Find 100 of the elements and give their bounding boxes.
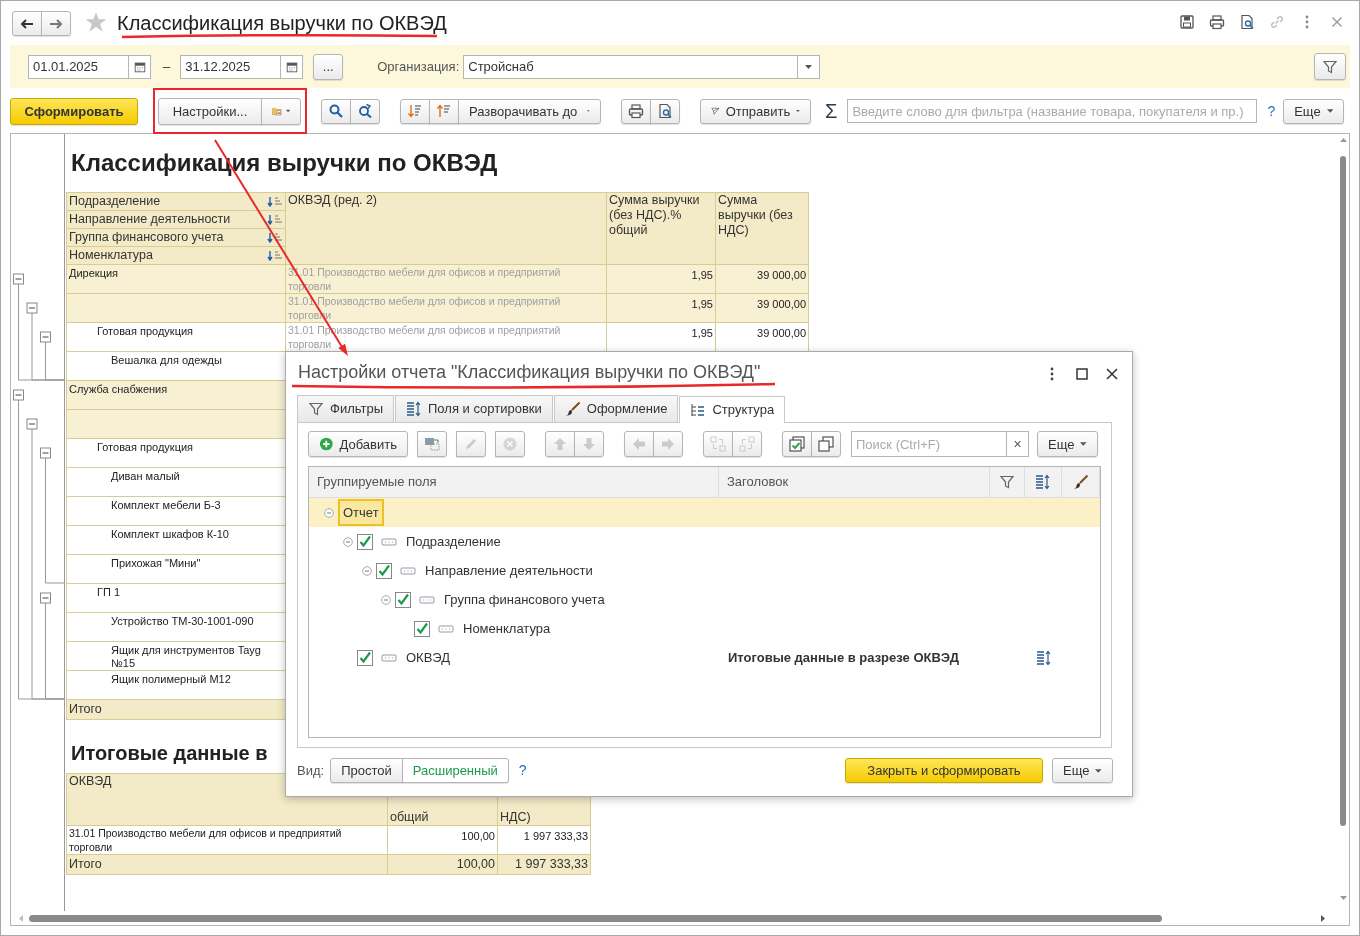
link-icon[interactable] [1269, 14, 1285, 30]
date-field[interactable]: 31.12.2025 [180, 54, 282, 79]
toolbar-button[interactable] [417, 431, 447, 457]
more-button[interactable]: Еще [1052, 758, 1113, 783]
collapse-icon[interactable] [40, 447, 51, 459]
filter-button[interactable] [1314, 53, 1346, 80]
tree-item[interactable]: ОКВЭД [406, 647, 451, 668]
dropdown-button[interactable] [798, 54, 821, 79]
search-field[interactable]: Введите слово для фильтра (название товара, покупателя и пр.) [847, 99, 1258, 123]
arrow-down-icon [581, 436, 597, 452]
print-button[interactable] [621, 98, 651, 124]
search-next-button[interactable] [350, 98, 380, 124]
send-button[interactable]: Отправить [700, 98, 811, 124]
sort-icon[interactable] [267, 214, 283, 225]
fields-icon [406, 401, 422, 417]
print-icon[interactable] [1209, 14, 1225, 30]
header-label: Группа финансового учета [69, 230, 224, 245]
caret-icon [1095, 768, 1102, 773]
search-button[interactable] [321, 98, 351, 124]
organization-field[interactable]: Стройснаб [463, 54, 799, 79]
date-field[interactable]: 01.01.2025 [28, 54, 129, 79]
tree-item[interactable]: Группа финансового учета [444, 589, 605, 610]
variant-button[interactable] [261, 97, 301, 125]
maximize-icon[interactable] [1074, 365, 1090, 382]
view-toggle[interactable]: Расширенный [401, 758, 509, 783]
checkbox[interactable] [357, 649, 373, 666]
add-button[interactable]: Добавить [308, 431, 408, 457]
close-generate-button[interactable]: Закрыть и сформировать [845, 758, 1043, 783]
sort-icon[interactable] [267, 232, 283, 243]
expand-button[interactable]: Разворачивать до [458, 98, 601, 124]
scroll-down-icon[interactable] [1339, 896, 1347, 900]
collapse-icon[interactable] [361, 565, 372, 576]
collapse-icon[interactable] [13, 389, 24, 401]
window-title: Классификация выручки по ОКВЭД [117, 11, 447, 35]
help-link[interactable]: ? [1267, 100, 1276, 122]
fields-icon[interactable] [1035, 474, 1051, 490]
filter-icon[interactable] [999, 474, 1015, 490]
more-button[interactable]: Еще [1037, 431, 1098, 457]
scrollbar[interactable] [29, 914, 1162, 922]
search-field[interactable]: Поиск (Ctrl+F) [851, 431, 1007, 457]
sort-descending-icon [407, 103, 423, 119]
more-button[interactable]: Еще [1283, 98, 1345, 124]
section-title: Итоговые данные в [70, 740, 268, 766]
scroll-up-icon[interactable] [1339, 138, 1347, 142]
calendar-button[interactable] [129, 54, 151, 79]
checkbox[interactable] [357, 533, 373, 550]
fields-icon[interactable] [1035, 649, 1052, 666]
tree-item[interactable]: Направление деятельности [425, 560, 593, 581]
total-label: Итого [66, 854, 388, 874]
preview-button[interactable] [650, 98, 680, 124]
collapse-icon[interactable] [26, 418, 38, 430]
scroll-left-icon[interactable] [19, 914, 23, 922]
collapse-icon[interactable] [26, 302, 38, 314]
filter-icon [1322, 58, 1338, 75]
sort-descending-button[interactable] [400, 98, 430, 124]
generate-button[interactable]: Сформировать [10, 97, 138, 125]
sort-ascending-icon [436, 103, 452, 119]
tree-item[interactable]: Отчет [338, 498, 384, 527]
sort-icon[interactable] [267, 196, 283, 207]
column-header: Сумма выручки (без НДС).% общий [606, 192, 716, 265]
column-header: ОКВЭД (ред. 2) [285, 192, 607, 265]
checkbox[interactable] [395, 591, 411, 608]
tab[interactable]: Оформление [553, 395, 679, 422]
clear-button[interactable]: × [1007, 431, 1029, 457]
collapse-icon[interactable] [13, 273, 24, 285]
view-toggle[interactable]: Простой [330, 758, 403, 783]
period-button[interactable]: ... [313, 53, 344, 80]
collapse-icon[interactable] [342, 536, 353, 547]
tree-item[interactable]: Подразделение [406, 531, 501, 552]
tab[interactable]: Структура [679, 396, 786, 423]
save-icon[interactable] [1179, 14, 1195, 30]
tab[interactable]: Фильтры [297, 395, 394, 422]
brush-icon [564, 401, 581, 417]
scrollbar[interactable] [1340, 156, 1346, 826]
collapse-icon[interactable] [40, 592, 51, 604]
checkbox[interactable] [414, 620, 430, 637]
forward-button[interactable] [41, 11, 71, 36]
brush-icon[interactable] [1072, 474, 1089, 490]
scroll-right-icon[interactable] [1321, 914, 1325, 922]
collapse-icon[interactable] [380, 594, 391, 605]
toolbar-button[interactable] [811, 431, 841, 457]
collapse-icon[interactable] [323, 507, 334, 518]
collapse-icon[interactable] [40, 331, 51, 343]
calendar-button[interactable] [281, 54, 304, 79]
date-separator: – [163, 57, 171, 76]
heading-text: Итоговые данные в разрезе ОКВЭД [727, 648, 960, 667]
tree-item[interactable]: Номенклатура [463, 618, 551, 639]
close-icon[interactable] [1104, 365, 1120, 382]
star-icon[interactable] [85, 11, 107, 33]
sort-icon[interactable] [267, 250, 283, 261]
calendar-icon [284, 59, 299, 74]
preview-icon[interactable] [1239, 14, 1255, 30]
tab[interactable]: Поля и сортировки [395, 395, 553, 422]
sort-ascending-button[interactable] [429, 98, 459, 124]
sum-button[interactable]: Σ [825, 101, 838, 121]
group-icon [424, 436, 440, 452]
back-button[interactable] [12, 11, 42, 36]
checkbox[interactable] [376, 562, 392, 579]
toolbar-button[interactable] [782, 431, 812, 457]
settings-button[interactable]: Настройки... [158, 97, 262, 125]
